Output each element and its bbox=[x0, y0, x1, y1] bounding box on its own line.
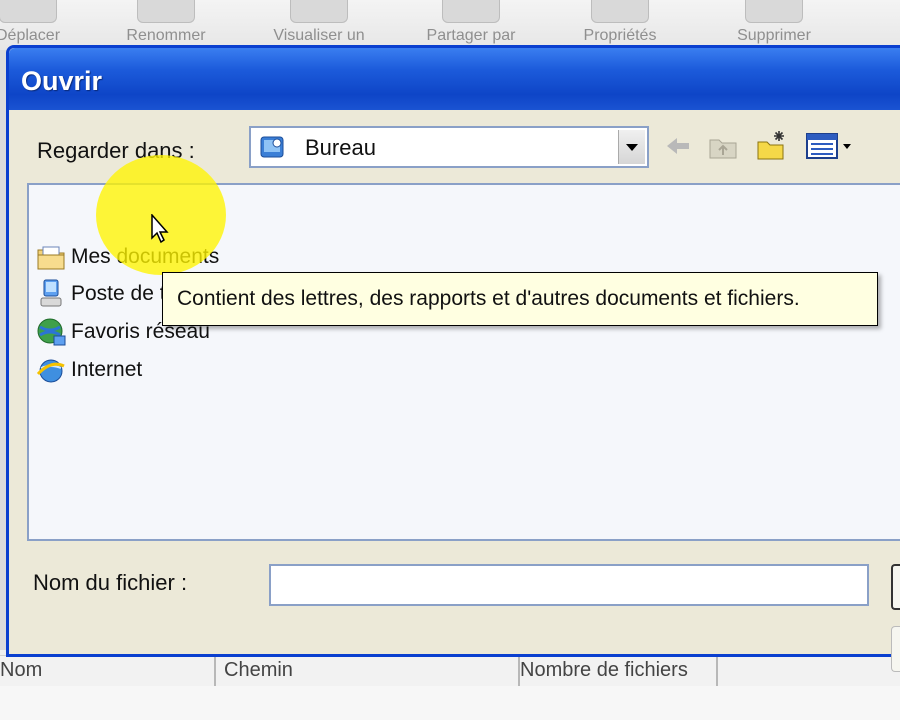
dialog-title: Ouvrir bbox=[21, 66, 103, 96]
move-button[interactable]: Déplacer bbox=[0, 0, 74, 48]
rename-button[interactable]: Renommer bbox=[110, 0, 222, 48]
share-label: Partager par bbox=[426, 27, 516, 44]
title-bar[interactable]: Ouvrir bbox=[9, 48, 900, 110]
share-button[interactable]: Partager par bbox=[408, 0, 534, 48]
look-in-dropdown[interactable]: Bureau bbox=[249, 126, 649, 168]
background-list-body bbox=[0, 686, 900, 720]
my-documents-icon bbox=[37, 246, 65, 270]
open-dialog: Ouvrir Regarder dans : Bureau Mes Poste … bbox=[6, 45, 900, 672]
share-icon bbox=[442, 0, 500, 23]
column-path[interactable]: Chemin bbox=[216, 656, 520, 686]
rename-label: Renommer bbox=[126, 27, 206, 44]
move-label: Déplacer bbox=[0, 27, 61, 44]
tooltip: Contient des lettres, des rapports et d'… bbox=[162, 272, 878, 326]
new-folder-button[interactable] bbox=[753, 128, 789, 164]
view-menu-button[interactable] bbox=[805, 128, 853, 164]
rename-icon bbox=[137, 0, 195, 23]
move-icon bbox=[0, 0, 57, 23]
look-in-value: Bureau bbox=[305, 135, 376, 160]
new-folder-icon bbox=[757, 131, 784, 160]
internet-icon bbox=[36, 359, 65, 383]
cancel-button[interactable] bbox=[891, 626, 900, 672]
properties-icon bbox=[591, 0, 649, 23]
delete-icon bbox=[745, 0, 803, 23]
network-places-icon bbox=[37, 318, 66, 346]
my-computer-icon bbox=[40, 279, 62, 307]
desktop-icon bbox=[260, 136, 284, 158]
open-button[interactable] bbox=[891, 564, 900, 610]
view-button[interactable]: Visualiser un bbox=[252, 0, 386, 48]
properties-label: Propriétés bbox=[583, 27, 657, 44]
background-list-header: Nom Chemin Nombre de fichiers bbox=[0, 655, 900, 687]
item-label: Internet bbox=[71, 358, 143, 381]
view-menu-icon bbox=[806, 133, 851, 159]
file-name-input[interactable] bbox=[269, 564, 869, 606]
chevron-down-icon[interactable] bbox=[618, 130, 645, 164]
delete-label: Supprimer bbox=[737, 27, 811, 44]
back-arrow-icon bbox=[667, 138, 689, 154]
delete-button[interactable]: Supprimer bbox=[718, 0, 830, 48]
background-toolbar: Déplacer Renommer Visualiser un Partager… bbox=[0, 0, 900, 51]
view-icon bbox=[290, 0, 348, 23]
list-item[interactable]: Internet bbox=[35, 353, 142, 387]
column-file-count[interactable]: Nombre de fichiers bbox=[520, 656, 718, 686]
back-button[interactable] bbox=[659, 128, 695, 164]
tooltip-text: Contient des lettres, des rapports et d'… bbox=[177, 287, 800, 310]
up-folder-icon bbox=[709, 139, 737, 159]
properties-button[interactable]: Propriétés bbox=[570, 0, 670, 48]
mouse-pointer-icon bbox=[151, 214, 169, 244]
view-label: Visualiser un bbox=[273, 27, 365, 44]
column-name[interactable]: Nom bbox=[0, 656, 216, 686]
up-folder-button[interactable] bbox=[705, 128, 741, 164]
file-name-label: Nom du fichier : bbox=[33, 570, 188, 595]
